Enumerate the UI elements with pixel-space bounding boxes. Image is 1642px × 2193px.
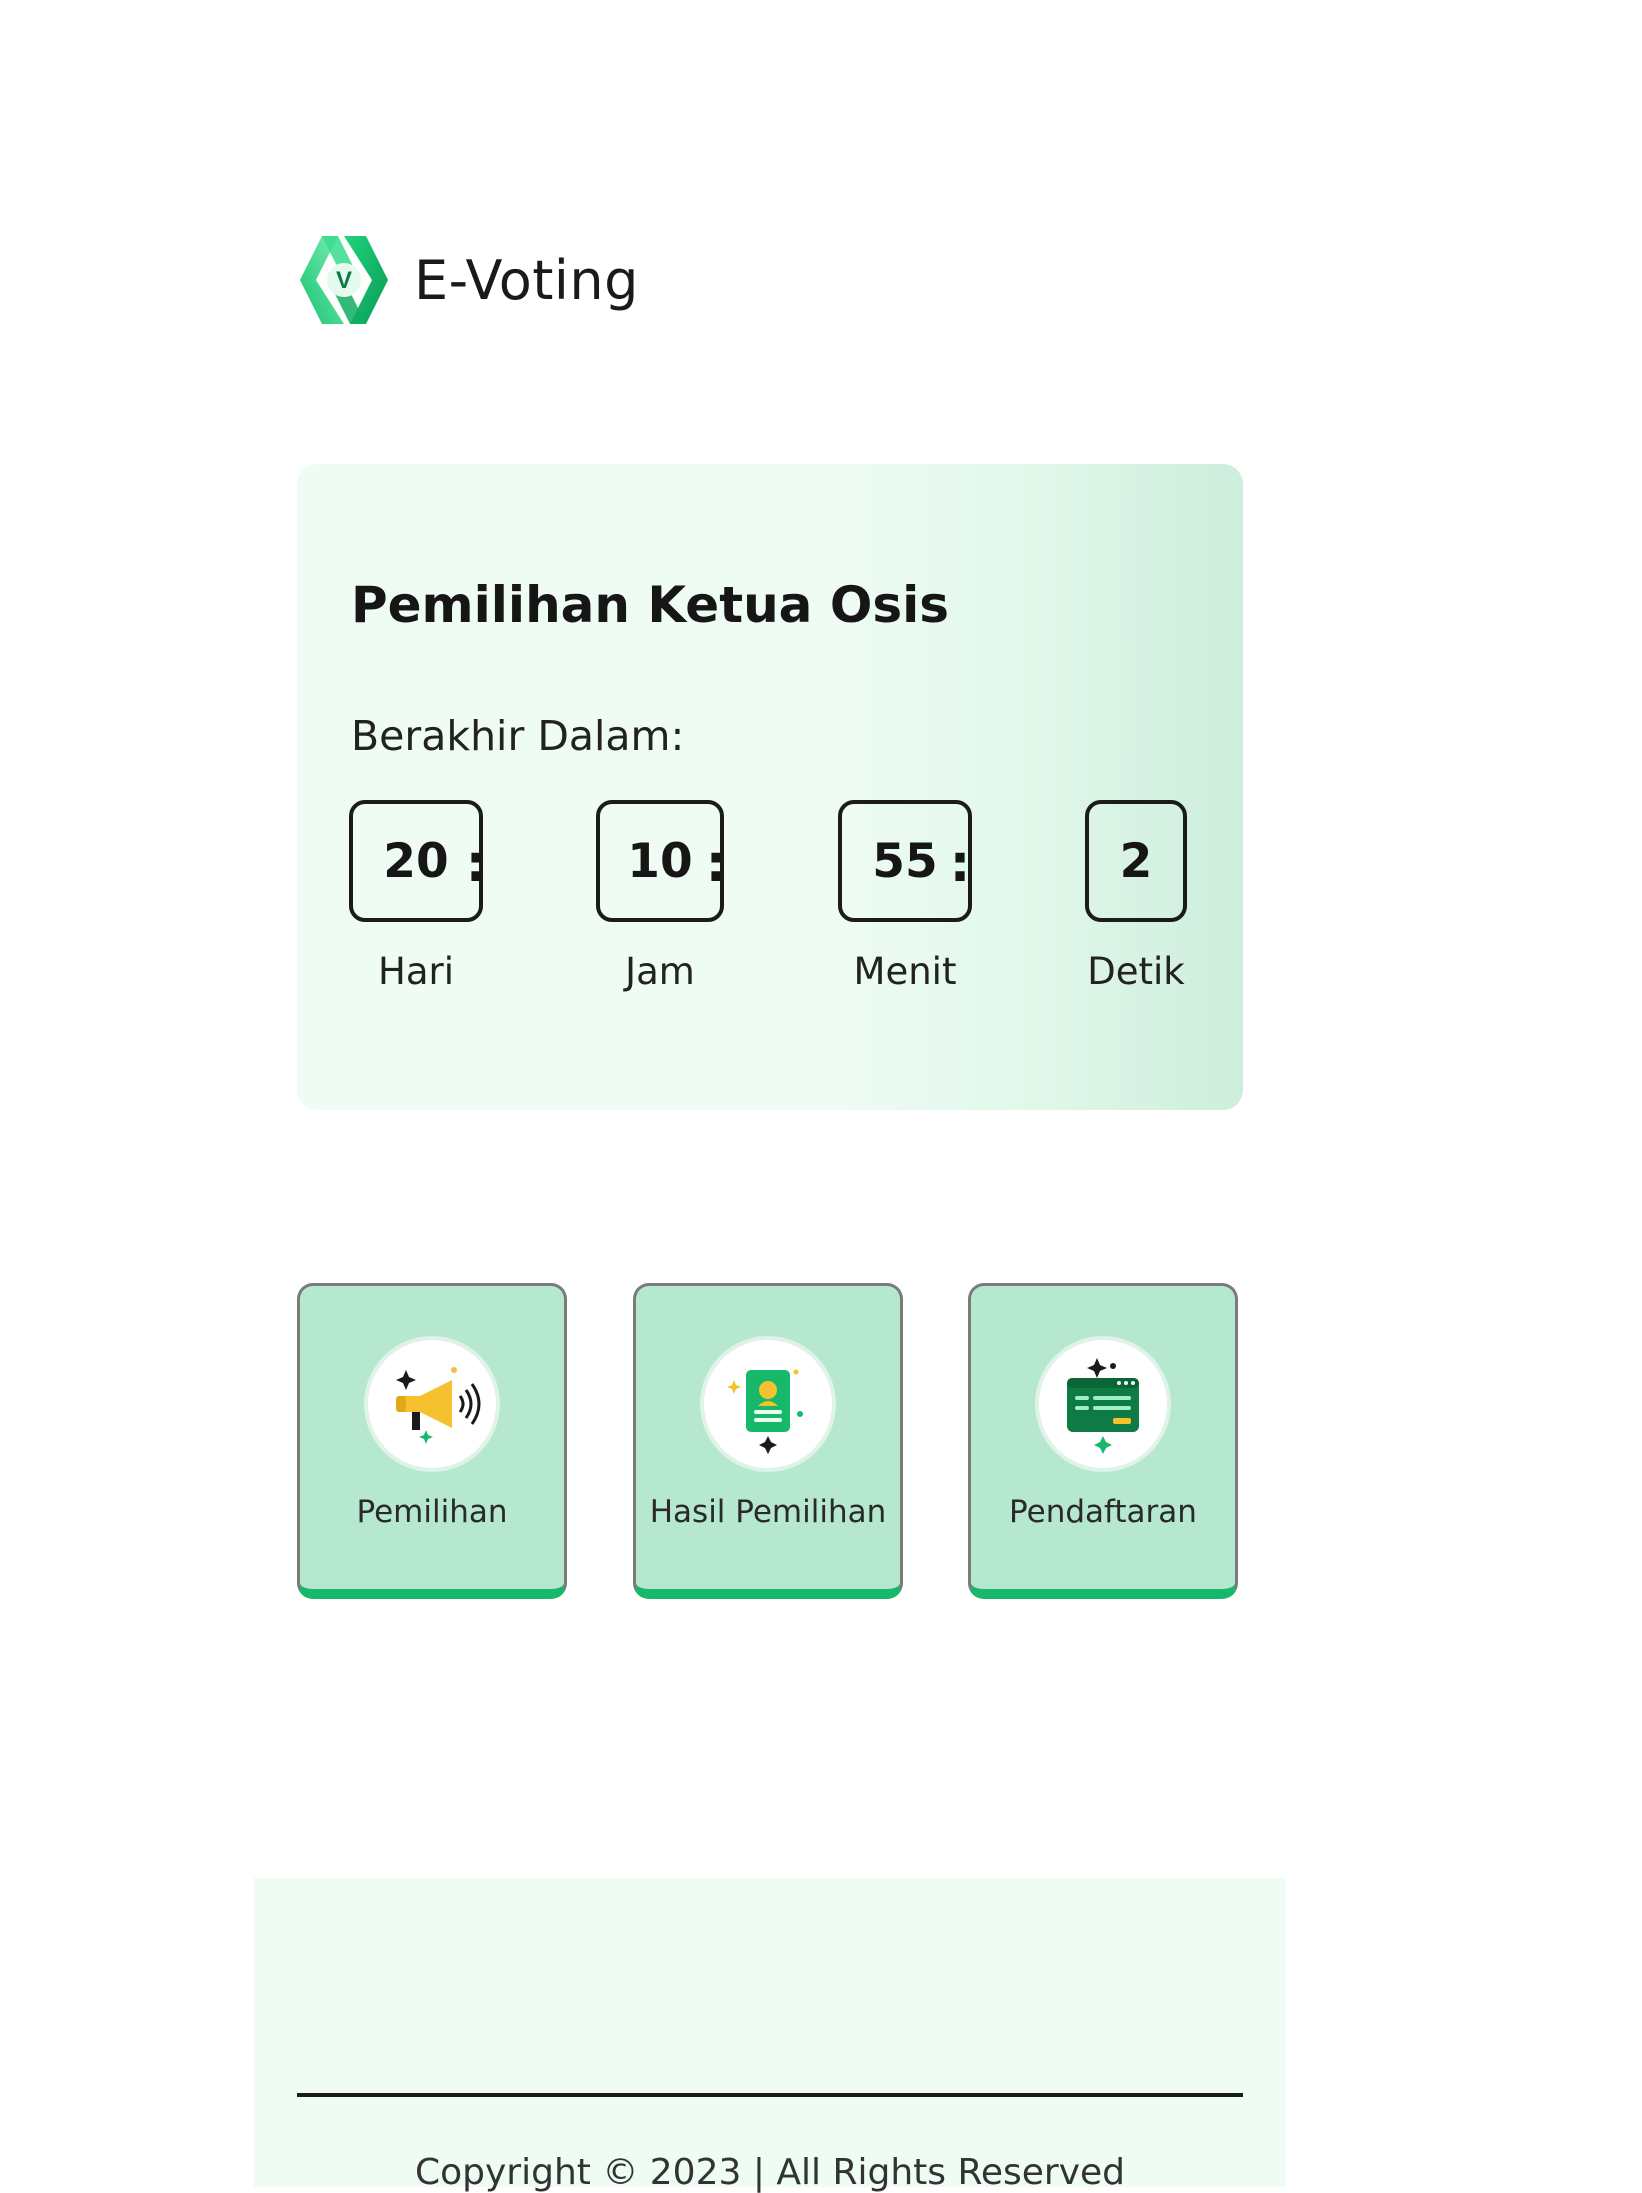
id-card-icon (704, 1340, 832, 1468)
megaphone-icon (368, 1340, 496, 1468)
menu-card-pemilihan[interactable]: Pemilihan (297, 1283, 567, 1599)
svg-text:V: V (336, 267, 352, 294)
countdown-separator: : (949, 834, 971, 894)
countdown-subtitle: Berakhir Dalam: (351, 712, 685, 760)
menu-label-pemilihan: Pemilihan (356, 1494, 508, 1530)
footer: Copyright © 2023 | All Rights Reserved (254, 1878, 1286, 2193)
browser-form-icon (1039, 1340, 1167, 1468)
e-voting-logo-icon: V (300, 236, 388, 324)
menu-label-hasil-pemilihan: Hasil Pemilihan (649, 1494, 887, 1530)
seconds-label: Detik (1087, 950, 1185, 993)
hours-label: Jam (625, 950, 695, 993)
seconds-value: 2 (1085, 800, 1187, 922)
brand[interactable]: V E-Voting (296, 232, 639, 328)
menu-card-pendaftaran[interactable]: Pendaftaran (968, 1283, 1238, 1599)
countdown-separator: : (465, 834, 487, 894)
menu-card-hasil-pemilihan[interactable]: Hasil Pemilihan (633, 1283, 903, 1599)
minutes-label: Menit (853, 950, 957, 993)
election-title: Pemilihan Ketua Osis (351, 576, 949, 634)
countdown-seconds: 2 Detik (1085, 800, 1187, 993)
days-label: Hari (378, 950, 454, 993)
menu-label-pendaftaran: Pendaftaran (1009, 1494, 1197, 1530)
countdown-card: Pemilihan Ketua Osis Berakhir Dalam: 20 … (297, 464, 1243, 1110)
countdown-separator: : (705, 834, 727, 894)
brand-name: E-Voting (414, 248, 639, 312)
footer-divider (297, 2093, 1243, 2097)
